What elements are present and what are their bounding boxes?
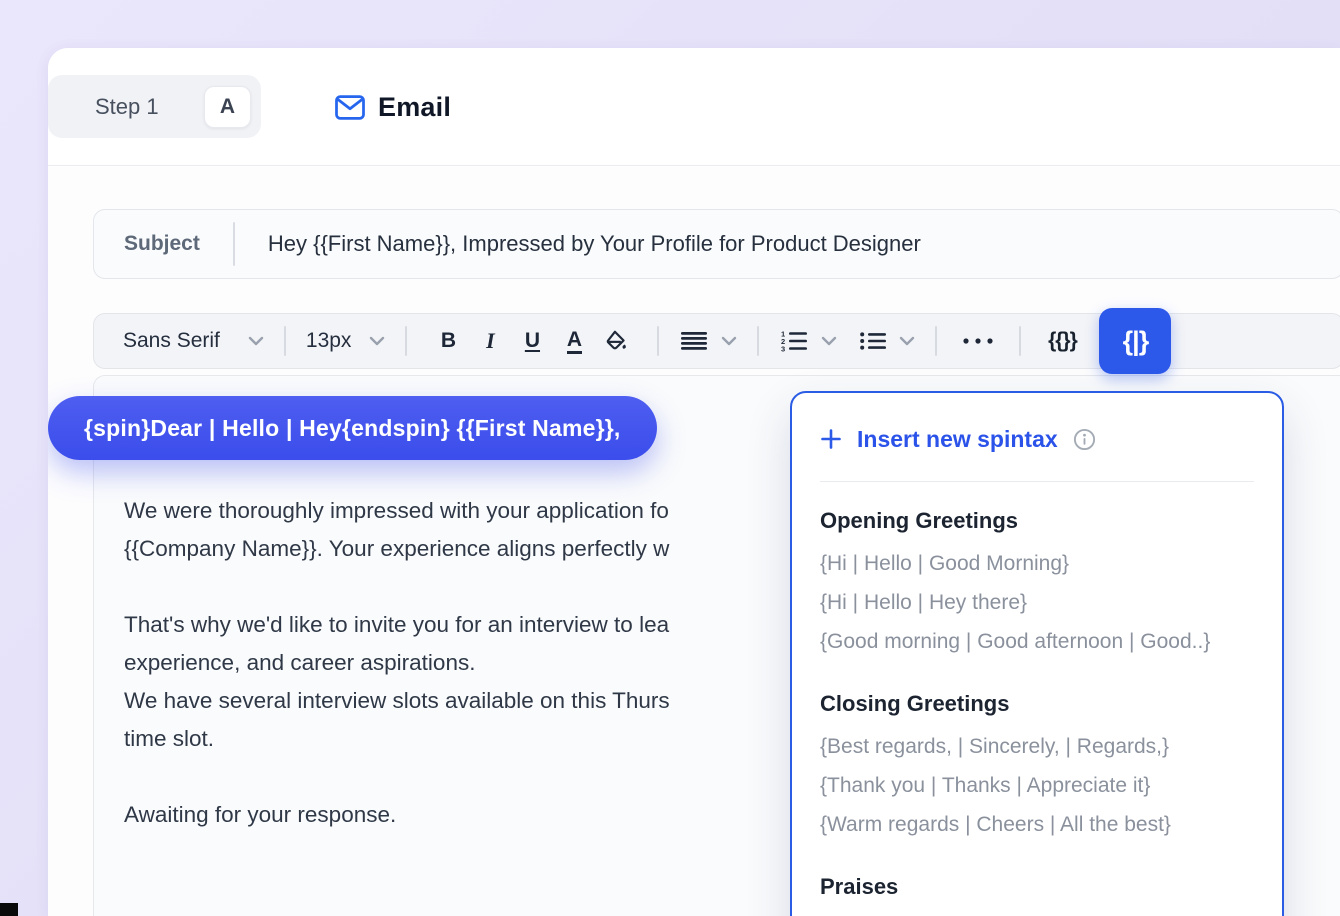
step-variant-badge[interactable]: A bbox=[204, 86, 251, 128]
section-items: {Excellent | Outstanding | Impressive} bbox=[820, 910, 1254, 916]
section-title-praises: Praises bbox=[820, 874, 1254, 900]
step-content: Subject Hey {{First Name}}, Impressed by… bbox=[48, 167, 1340, 916]
ellipsis-icon bbox=[961, 337, 995, 345]
selected-spintax-pill[interactable]: {spin}Dear | Hello | Hey{endspin} {{Firs… bbox=[48, 396, 657, 460]
numbered-list-icon: 123 bbox=[779, 329, 809, 353]
spintax-popover: Insert new spintax Opening Greetings {Hi… bbox=[790, 391, 1284, 916]
align-justify-icon bbox=[679, 330, 709, 352]
chevron-down-icon bbox=[369, 336, 385, 346]
text-color-label: A bbox=[567, 329, 582, 354]
channel-title: Email bbox=[335, 48, 451, 166]
screen-artifact bbox=[0, 903, 18, 916]
formatting-toolbar: Sans Serif 13px B I U A bbox=[93, 313, 1340, 369]
insert-new-spintax-label: Insert new spintax bbox=[857, 426, 1058, 453]
spintax-option[interactable]: {Warm regards | Cheers | All the best} bbox=[820, 805, 1254, 844]
chevron-down-icon bbox=[821, 336, 837, 346]
info-icon[interactable] bbox=[1073, 428, 1096, 451]
insert-new-spintax-button[interactable]: Insert new spintax bbox=[820, 417, 1254, 461]
svg-text:3: 3 bbox=[781, 345, 785, 354]
paint-bucket-icon bbox=[603, 328, 629, 354]
bullet-list-dropdown[interactable] bbox=[859, 331, 915, 351]
highlight-fill-button[interactable] bbox=[595, 321, 637, 361]
spintax-option[interactable]: {Hi | Hello | Good Morning} bbox=[820, 544, 1254, 583]
toolbar-divider bbox=[657, 326, 659, 356]
step-label: Step 1 bbox=[95, 94, 159, 120]
font-size-dropdown[interactable]: 13px bbox=[306, 329, 386, 353]
section-title-closing-greetings: Closing Greetings bbox=[820, 691, 1254, 717]
toolbar-divider bbox=[757, 326, 759, 356]
subject-divider bbox=[233, 222, 235, 266]
ordered-list-dropdown[interactable]: 123 bbox=[779, 329, 837, 353]
popover-divider bbox=[820, 481, 1254, 482]
font-family-value: Sans Serif bbox=[123, 329, 220, 353]
bold-button[interactable]: B bbox=[427, 321, 469, 361]
more-options-button[interactable] bbox=[957, 321, 999, 361]
plus-icon bbox=[820, 428, 842, 450]
chevron-down-icon bbox=[899, 336, 915, 346]
spintax-option[interactable]: {Thank you | Thanks | Appreciate it} bbox=[820, 766, 1254, 805]
subject-field[interactable]: Subject Hey {{First Name}}, Impressed by… bbox=[93, 209, 1340, 279]
section-items: {Best regards, | Sincerely, | Regards,} … bbox=[820, 727, 1254, 844]
underline-button[interactable]: U bbox=[511, 321, 553, 361]
text-color-button[interactable]: A bbox=[553, 321, 595, 361]
channel-title-label: Email bbox=[378, 92, 451, 123]
spintax-button[interactable]: {|} bbox=[1099, 308, 1171, 374]
toolbar-divider bbox=[284, 326, 286, 356]
font-family-dropdown[interactable]: Sans Serif bbox=[123, 329, 264, 353]
section-title-opening-greetings: Opening Greetings bbox=[820, 508, 1254, 534]
variables-button[interactable]: {{}} bbox=[1041, 321, 1083, 361]
step-header: Step 1 A Email bbox=[48, 48, 1340, 166]
bullet-list-icon bbox=[859, 331, 887, 351]
spintax-option[interactable]: {Best regards, | Sincerely, | Regards,} bbox=[820, 727, 1254, 766]
font-size-value: 13px bbox=[306, 329, 352, 353]
align-dropdown[interactable] bbox=[679, 330, 737, 352]
toolbar-divider bbox=[1019, 326, 1021, 356]
subject-label: Subject bbox=[124, 232, 200, 256]
subject-input[interactable]: Hey {{First Name}}, Impressed by Your Pr… bbox=[268, 231, 921, 257]
section-items: {Hi | Hello | Good Morning} {Hi | Hello … bbox=[820, 544, 1254, 661]
spintax-option[interactable]: {Excellent | Outstanding | Impressive} bbox=[820, 910, 1254, 916]
chevron-down-icon bbox=[721, 336, 737, 346]
italic-button[interactable]: I bbox=[469, 321, 511, 361]
spintax-option[interactable]: {Hi | Hello | Hey there} bbox=[820, 583, 1254, 622]
spintax-option[interactable]: {Good morning | Good afternoon | Good..} bbox=[820, 622, 1254, 661]
chevron-down-icon bbox=[248, 336, 264, 346]
email-step-card: Step 1 A Email Subject Hey {{First Name}… bbox=[48, 48, 1340, 916]
toolbar-divider bbox=[405, 326, 407, 356]
email-envelope-icon bbox=[335, 95, 365, 120]
toolbar-divider bbox=[935, 326, 937, 356]
step-tab[interactable]: Step 1 A bbox=[48, 75, 261, 138]
